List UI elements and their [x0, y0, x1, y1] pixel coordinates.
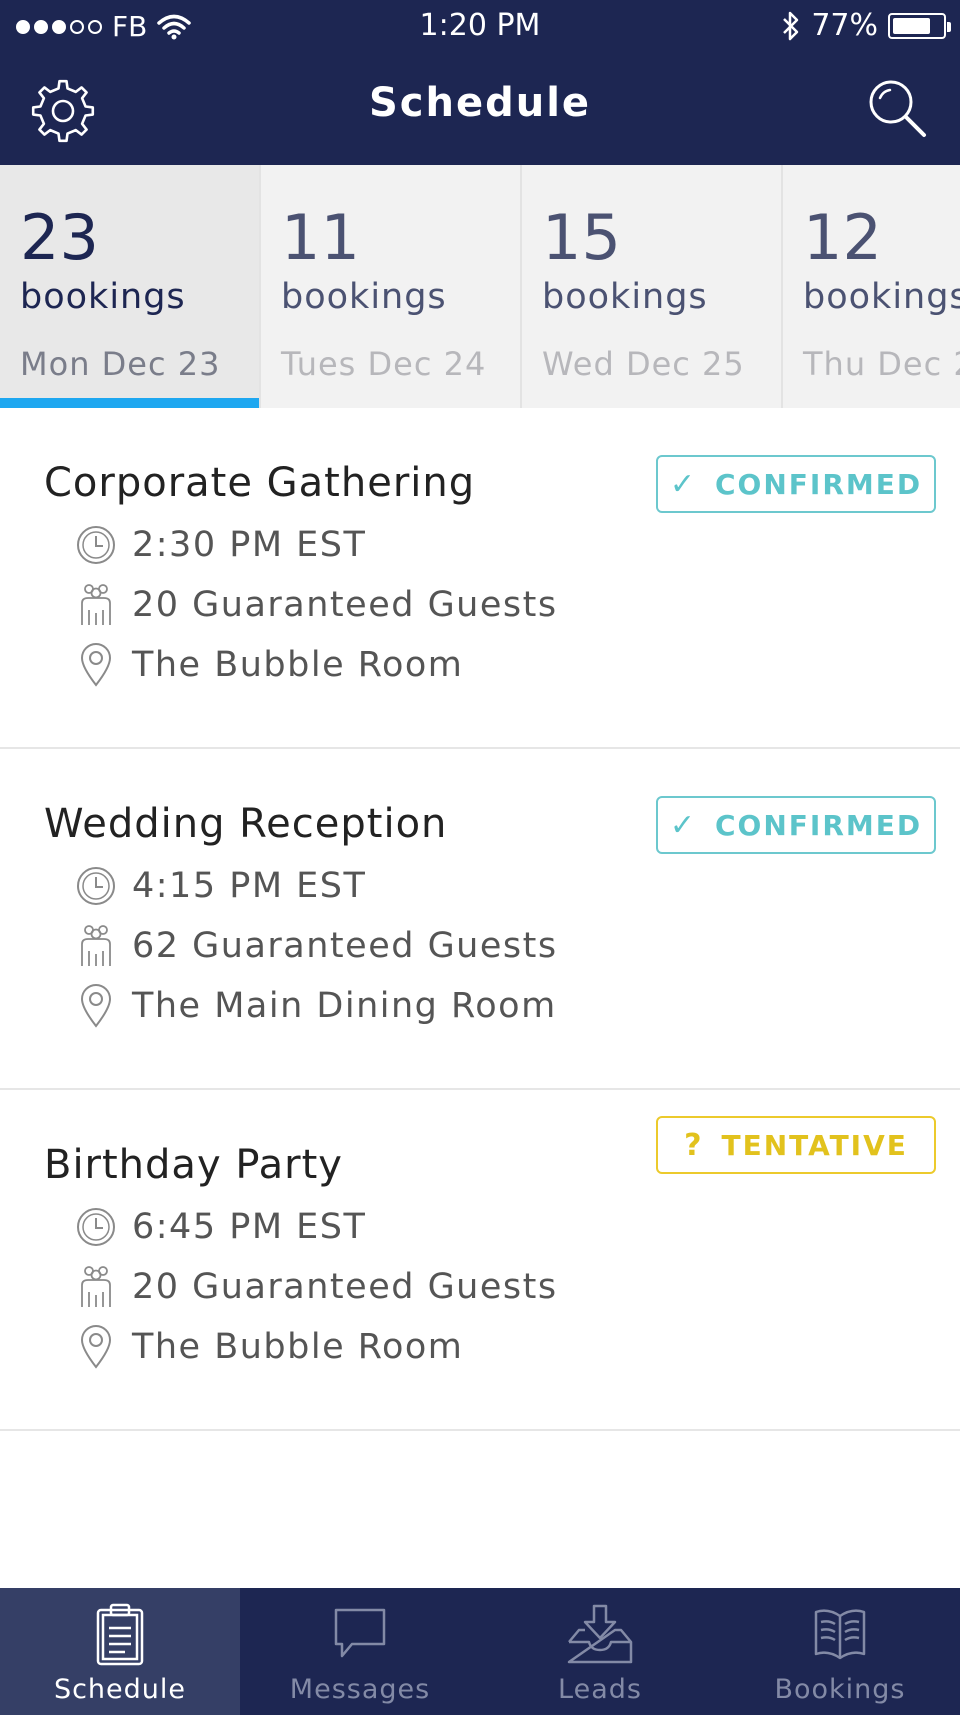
guests-icon [76, 1265, 116, 1309]
day-booking-count: 12 [803, 201, 882, 274]
book-icon [720, 1602, 960, 1672]
status-label: TENTATIVE [721, 1128, 908, 1162]
check-icon: ✓ [669, 466, 697, 502]
booking-location-row: The Bubble Room [76, 1322, 463, 1372]
day-booking-label: bookings [542, 277, 708, 317]
status-right: 77% [781, 8, 951, 43]
booking-card[interactable]: Corporate Gathering ✓ CONFIRMED 2:30 PM … [0, 408, 960, 749]
tab-bar: Schedule Messages Leads Bookings [0, 1588, 960, 1715]
booking-title: Wedding Reception [44, 801, 448, 847]
booking-location: The Bubble Room [132, 1327, 464, 1367]
clock-icon [76, 523, 116, 567]
booking-time-row: 2:30 PM EST [76, 520, 366, 570]
status-label: CONFIRMED [715, 467, 923, 501]
guests-icon [76, 583, 116, 627]
check-icon: ✓ [669, 807, 697, 843]
day-booking-count: 23 [20, 201, 99, 274]
day-tab-2[interactable]: 15 bookings Wed Dec 25 [522, 165, 783, 408]
day-booking-count: 11 [281, 201, 360, 274]
day-booking-label: bookings [803, 277, 960, 317]
battery-percent: 77% [811, 8, 878, 43]
day-selector: 23 bookings Mon Dec 23 11 bookings Tues … [0, 165, 960, 408]
booking-location: The Bubble Room [132, 645, 464, 685]
status-bar: FB 1:20 PM 77% [0, 0, 960, 52]
booking-guests-row: 62 Guaranteed Guests [76, 921, 558, 971]
day-date: Thu Dec 26 [803, 345, 960, 383]
booking-time-row: 4:15 PM EST [76, 861, 366, 911]
status-badge: ✓ CONFIRMED [656, 796, 936, 854]
day-date: Tues Dec 24 [281, 345, 487, 383]
day-booking-count: 15 [542, 201, 621, 274]
location-pin-icon [76, 984, 116, 1028]
schedule-screen: FB 1:20 PM 77% Schedule 23 bookings Mon … [0, 0, 960, 1715]
booking-time: 6:45 PM EST [132, 1207, 367, 1247]
booking-location-row: The Main Dining Room [76, 981, 557, 1031]
tab-leads[interactable]: Leads [480, 1588, 720, 1715]
booking-title: Corporate Gathering [44, 460, 476, 506]
chat-bubble-icon [240, 1602, 480, 1672]
battery-icon [888, 12, 951, 39]
booking-guests: 20 Guaranteed Guests [132, 1267, 558, 1307]
clock-icon [76, 1205, 116, 1249]
booking-card[interactable]: Wedding Reception ✓ CONFIRMED 4:15 PM ES… [0, 749, 960, 1090]
tab-label: Schedule [53, 1674, 187, 1705]
booking-location-row: The Bubble Room [76, 640, 463, 690]
page-title: Schedule [368, 80, 592, 126]
booking-time: 4:15 PM EST [132, 866, 367, 906]
clock-icon [76, 864, 116, 908]
tab-bookings[interactable]: Bookings [720, 1588, 960, 1715]
tab-label: Leads [558, 1674, 642, 1705]
booking-guests: 62 Guaranteed Guests [132, 926, 558, 966]
booking-guests: 20 Guaranteed Guests [132, 585, 558, 625]
location-pin-icon [76, 1325, 116, 1369]
day-date: Wed Dec 25 [542, 345, 745, 383]
tab-messages[interactable]: Messages [240, 1588, 480, 1715]
booking-guests-row: 20 Guaranteed Guests [76, 580, 558, 630]
booking-location: The Main Dining Room [132, 986, 557, 1026]
question-icon: ? [684, 1127, 704, 1163]
day-tab-0[interactable]: 23 bookings Mon Dec 23 [0, 165, 261, 408]
booking-list: Corporate Gathering ✓ CONFIRMED 2:30 PM … [0, 408, 960, 1431]
booking-title: Birthday Party [44, 1142, 343, 1188]
booking-time-row: 6:45 PM EST [76, 1202, 366, 1252]
search-icon [869, 80, 926, 137]
day-booking-label: bookings [281, 277, 447, 317]
inbox-download-icon [480, 1602, 720, 1672]
app-header: FB 1:20 PM 77% Schedule [0, 0, 960, 165]
selected-day-indicator [0, 398, 259, 408]
day-tab-1[interactable]: 11 bookings Tues Dec 24 [261, 165, 522, 408]
search-button[interactable] [862, 74, 932, 144]
location-pin-icon [76, 643, 116, 687]
tab-label: Bookings [774, 1674, 906, 1705]
title-bar: Schedule [0, 52, 960, 165]
tab-schedule[interactable]: Schedule [0, 1588, 240, 1715]
bluetooth-icon [783, 11, 799, 40]
clipboard-icon [0, 1602, 240, 1672]
status-badge: ? TENTATIVE [656, 1116, 936, 1174]
day-tab-3[interactable]: 12 bookings Thu Dec 26 [783, 165, 960, 408]
tab-label: Messages [289, 1674, 431, 1705]
status-badge: ✓ CONFIRMED [656, 455, 936, 513]
day-date: Mon Dec 23 [20, 345, 221, 383]
booking-time: 2:30 PM EST [132, 525, 367, 565]
booking-card[interactable]: Birthday Party ? TENTATIVE 6:45 PM EST 2… [0, 1090, 960, 1431]
day-booking-label: bookings [20, 277, 186, 317]
guests-icon [76, 924, 116, 968]
booking-guests-row: 20 Guaranteed Guests [76, 1262, 558, 1312]
status-label: CONFIRMED [715, 808, 923, 842]
